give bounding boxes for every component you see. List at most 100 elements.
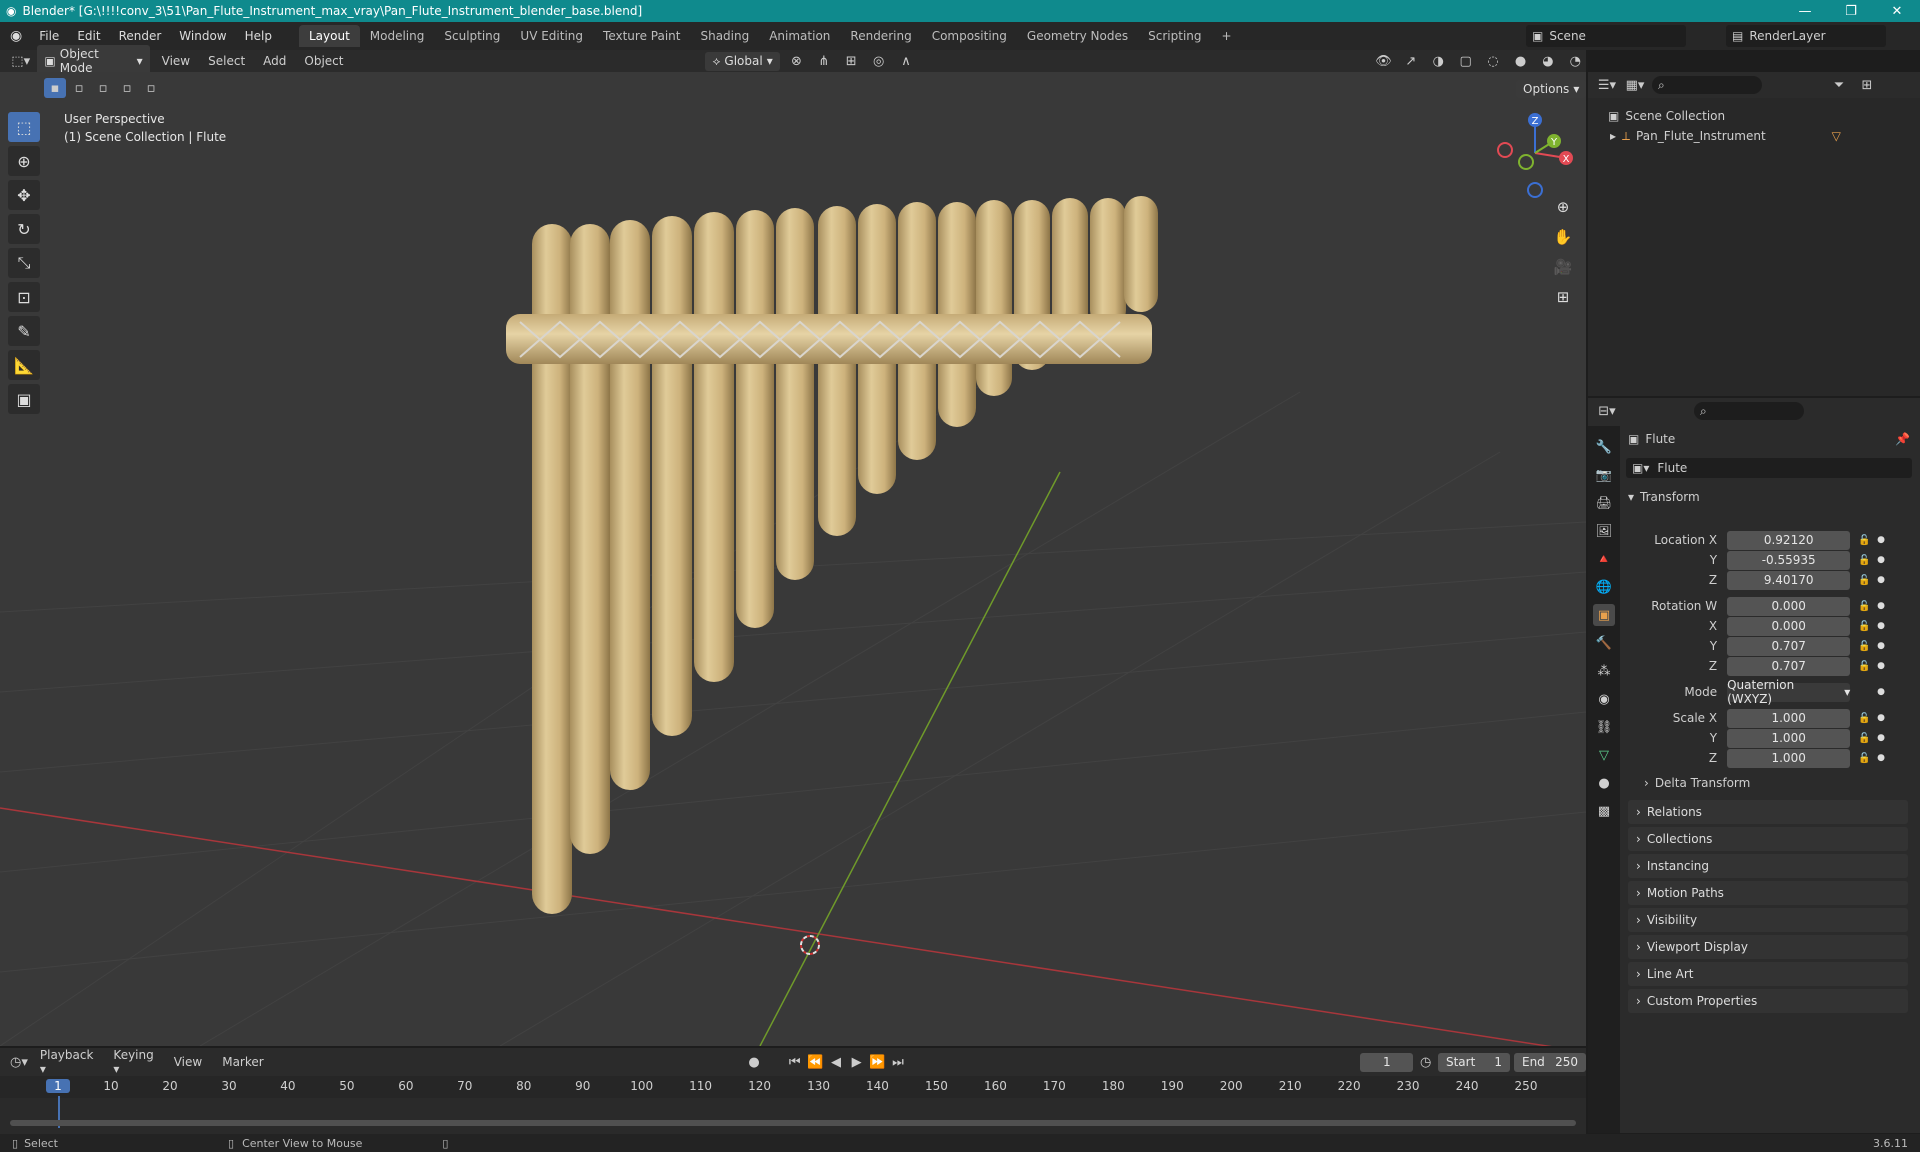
material-tab-icon[interactable]: ● bbox=[1593, 772, 1615, 794]
location-x-field[interactable]: 0.92120 bbox=[1727, 530, 1851, 550]
lock-icon[interactable]: 🔓 bbox=[1854, 535, 1874, 546]
options-button[interactable]: Options ▾ bbox=[1516, 80, 1586, 98]
rotation-w-field[interactable]: 0.000 bbox=[1727, 596, 1851, 616]
xray-icon[interactable]: ▢ bbox=[1455, 51, 1476, 71]
properties-search-input[interactable]: ⌕ bbox=[1694, 402, 1804, 420]
navigation-gizmo[interactable]: Z X Y bbox=[1490, 108, 1580, 198]
object-datablock-field[interactable]: ▣▾ Flute bbox=[1626, 458, 1912, 478]
ortho-grid-icon[interactable]: ⊞ bbox=[1550, 284, 1576, 310]
object-menu[interactable]: Object bbox=[298, 54, 349, 68]
select-subtract-icon[interactable]: ▫ bbox=[92, 78, 114, 98]
cursor-tool-icon[interactable]: ⊕ bbox=[8, 146, 40, 176]
visibility-icon[interactable]: 👁 bbox=[1373, 51, 1394, 71]
camera-view-icon[interactable]: 🎥 bbox=[1550, 254, 1576, 280]
keyframe-dot-icon[interactable]: ● bbox=[1874, 753, 1888, 763]
transform-orientation[interactable]: ⟡ Global ▾ bbox=[705, 51, 780, 71]
pivot-icon[interactable]: ⊗ bbox=[786, 51, 807, 71]
filter-icon[interactable]: ⏷ bbox=[1828, 75, 1850, 95]
close-icon[interactable]: ✕ bbox=[1874, 0, 1920, 22]
menu-window[interactable]: Window bbox=[170, 29, 235, 43]
properties-editor-icon[interactable]: ⊟▾ bbox=[1596, 401, 1618, 421]
lock-icon[interactable]: 🔓 bbox=[1854, 575, 1874, 586]
tab-scripting[interactable]: Scripting bbox=[1138, 25, 1211, 47]
keyframe-dot-icon[interactable]: ● bbox=[1874, 601, 1888, 611]
editor-type-icon[interactable]: ⬚▾ bbox=[10, 51, 31, 71]
new-collection-icon[interactable]: ⊞ bbox=[1856, 75, 1878, 95]
keyframe-dot-icon[interactable]: ● bbox=[1874, 687, 1888, 697]
flute-pipe-16[interactable] bbox=[1124, 196, 1158, 312]
keyframe-dot-icon[interactable]: ● bbox=[1874, 733, 1888, 743]
line-art-section[interactable]: › Line Art bbox=[1628, 962, 1908, 986]
playback-menu[interactable]: Playback ▾ bbox=[32, 1048, 102, 1076]
jump-end-icon[interactable]: ⏭ bbox=[890, 1052, 907, 1072]
falloff-icon[interactable]: ∧ bbox=[895, 51, 916, 71]
rotate-tool-icon[interactable]: ↻ bbox=[8, 214, 40, 244]
gizmo-icon[interactable]: ↗ bbox=[1400, 51, 1421, 71]
keying-menu[interactable]: Keying ▾ bbox=[105, 1048, 161, 1076]
flute-pipe-8[interactable] bbox=[818, 206, 856, 536]
tab-rendering[interactable]: Rendering bbox=[840, 25, 921, 47]
lock-icon[interactable]: 🔓 bbox=[1854, 621, 1874, 632]
play-icon[interactable]: ▶ bbox=[848, 1052, 865, 1072]
solid-shading-icon[interactable]: ● bbox=[1510, 51, 1531, 71]
location-y-field[interactable]: -0.55935 bbox=[1727, 550, 1851, 570]
flute-binding-bar[interactable] bbox=[506, 314, 1152, 364]
menu-edit[interactable]: Edit bbox=[68, 29, 109, 43]
keyframe-dot-icon[interactable]: ● bbox=[1874, 555, 1888, 565]
tab-uv-editing[interactable]: UV Editing bbox=[510, 25, 593, 47]
wireframe-shading-icon[interactable]: ◌ bbox=[1482, 51, 1503, 71]
overlay-icon[interactable]: ◑ bbox=[1428, 51, 1449, 71]
location-z-field[interactable]: 9.40170 bbox=[1727, 570, 1851, 590]
expand-arrow-icon[interactable]: ▸ bbox=[1610, 129, 1616, 143]
add-cube-tool-icon[interactable]: ▣ bbox=[8, 384, 40, 414]
relations-section[interactable]: › Relations bbox=[1628, 800, 1908, 824]
flute-pipe-15[interactable] bbox=[1090, 198, 1126, 328]
add-workspace-icon[interactable]: + bbox=[1212, 25, 1242, 47]
blender-menu-icon[interactable]: ◉ bbox=[0, 28, 30, 44]
record-icon[interactable]: ● bbox=[746, 1052, 763, 1072]
snap-target-icon[interactable]: ⊞ bbox=[841, 51, 862, 71]
lock-icon[interactable]: 🔓 bbox=[1854, 601, 1874, 612]
menu-help[interactable]: Help bbox=[236, 29, 281, 43]
measure-tool-icon[interactable]: 📐 bbox=[8, 350, 40, 380]
lock-icon[interactable]: 🔓 bbox=[1854, 661, 1874, 672]
rotation-z-field[interactable]: 0.707 bbox=[1727, 656, 1851, 676]
flute-pipe-7[interactable] bbox=[776, 208, 814, 580]
minimize-icon[interactable]: — bbox=[1782, 0, 1828, 22]
scale-y-field[interactable]: 1.000 bbox=[1727, 728, 1851, 748]
visibility-section[interactable]: › Visibility bbox=[1628, 908, 1908, 932]
keyframe-dot-icon[interactable]: ● bbox=[1874, 621, 1888, 631]
keyframe-dot-icon[interactable]: ● bbox=[1874, 575, 1888, 585]
next-keyframe-icon[interactable]: ⏩ bbox=[869, 1052, 886, 1072]
timeline-editor-icon[interactable]: ◷▾ bbox=[10, 1052, 28, 1072]
flute-pipe-5[interactable] bbox=[694, 212, 734, 682]
lock-icon[interactable]: 🔓 bbox=[1854, 641, 1874, 652]
flute-pipe-4[interactable] bbox=[652, 216, 692, 736]
outliner-search-input[interactable]: ⌕ bbox=[1652, 76, 1762, 94]
scale-tool-icon[interactable]: ⤡ bbox=[8, 248, 40, 278]
jump-start-icon[interactable]: ⏮ bbox=[786, 1052, 803, 1072]
tab-layout[interactable]: Layout bbox=[298, 25, 360, 47]
texture-tab-icon[interactable]: ▩ bbox=[1593, 800, 1615, 822]
end-frame-field[interactable]: End 250 bbox=[1513, 1052, 1587, 1072]
tab-compositing[interactable]: Compositing bbox=[922, 25, 1017, 47]
keyframe-dot-icon[interactable]: ● bbox=[1874, 661, 1888, 671]
tool-tab-icon[interactable]: 🔧 bbox=[1593, 436, 1615, 458]
proportional-edit-icon[interactable]: ◎ bbox=[868, 51, 889, 71]
start-frame-field[interactable]: Start 1 bbox=[1437, 1052, 1510, 1072]
output-tab-icon[interactable]: 🖨 bbox=[1593, 492, 1615, 514]
viewport-scene[interactable] bbox=[0, 72, 1586, 1046]
outliner-item[interactable]: ▸ ⟂ Pan_Flute_Instrument ▽ 👁 📷 bbox=[1610, 126, 1920, 146]
flute-pipe-12[interactable] bbox=[976, 200, 1012, 396]
scale-x-field[interactable]: 1.000 bbox=[1727, 708, 1851, 728]
rotation-mode-dropdown[interactable]: Quaternion (WXYZ) ▾ bbox=[1727, 678, 1851, 706]
timeline-ruler[interactable]: 1 10 20 30 40 50 60 70 80 90 100 110 120 130 140 150 160… bbox=[0, 1076, 1586, 1098]
marker-menu[interactable]: Marker bbox=[214, 1055, 271, 1069]
rotation-x-field[interactable]: 0.000 bbox=[1727, 616, 1851, 636]
collections-section[interactable]: › Collections bbox=[1628, 827, 1908, 851]
lock-icon[interactable]: 🔓 bbox=[1854, 733, 1874, 744]
menu-render[interactable]: Render bbox=[110, 29, 171, 43]
menu-file[interactable]: File bbox=[30, 29, 68, 43]
lock-icon[interactable]: 🔓 bbox=[1854, 753, 1874, 764]
pin-icon[interactable]: 📌 bbox=[1895, 432, 1910, 446]
